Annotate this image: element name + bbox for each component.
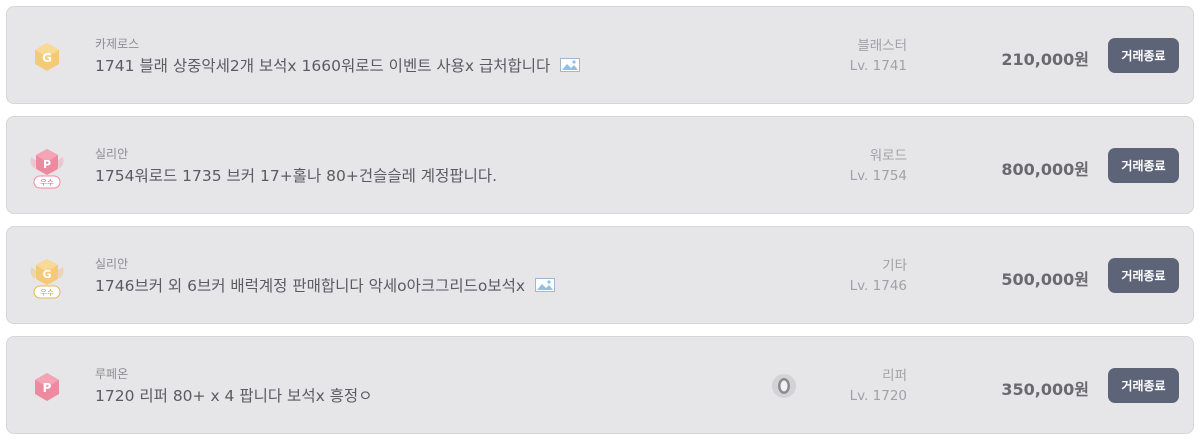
- image-attached-icon: [535, 278, 556, 292]
- trade-closed-button[interactable]: 거래종료: [1108, 38, 1179, 73]
- server-name: 카제로스: [95, 37, 140, 51]
- class-name: 리퍼: [882, 368, 907, 384]
- seller-avatar: [771, 373, 797, 399]
- server-name: 실리안: [95, 147, 129, 161]
- class-name: 블래스터: [857, 38, 907, 54]
- listing-card[interactable]: G 우수 실리안 1746브커 외 6브커 배럭계정 판매합니다 악세o아크그리…: [6, 226, 1194, 324]
- trade-closed-button[interactable]: 거래종료: [1108, 368, 1179, 403]
- svg-text:G: G: [42, 51, 52, 65]
- listing-title-text: 1754워로드 1735 브커 17+홀나 80+건슬슬레 계정팝니다.: [95, 167, 498, 185]
- listing-card[interactable]: G 카제로스 1741 블래 상중악세2개 보석x 1660워로드 이벤트 사용…: [6, 6, 1194, 104]
- listing-card[interactable]: P 루페온 1720 리퍼 80+ x 4 팝니다 보석x 흥정ㅇ 리퍼 Lv.…: [6, 336, 1194, 434]
- server-name: 루페온: [95, 367, 129, 381]
- class-name: 워로드: [869, 148, 907, 164]
- svg-text:P: P: [43, 158, 51, 171]
- character-level: Lv. 1741: [849, 58, 907, 74]
- listing-title[interactable]: 1754워로드 1735 브커 17+홀나 80+건슬슬레 계정팝니다.: [95, 164, 497, 186]
- listing-card[interactable]: P 우수 실리안 1754워로드 1735 브커 17+홀나 80+건슬슬레 계…: [6, 116, 1194, 214]
- listing-title[interactable]: 1746브커 외 6브커 배럭계정 판매합니다 악세o아크그리드o보석x: [95, 274, 556, 296]
- badge-label: 우수: [40, 288, 54, 297]
- price: 210,000원: [1001, 50, 1089, 69]
- price: 500,000원: [1001, 270, 1089, 289]
- g-badge-icon: G: [25, 33, 69, 81]
- character-level: Lv. 1746: [849, 278, 907, 294]
- svg-text:G: G: [42, 268, 51, 281]
- price: 350,000원: [1001, 380, 1089, 399]
- character-level: Lv. 1754: [849, 168, 907, 184]
- listing-title[interactable]: 1720 리퍼 80+ x 4 팝니다 보석x 흥정ㅇ: [95, 384, 372, 406]
- listing-title-text: 1746브커 외 6브커 배럭계정 판매합니다 악세o아크그리드o보석x: [95, 277, 526, 295]
- g-badge-excellent-icon: G 우수: [25, 253, 69, 301]
- listing-title[interactable]: 1741 블래 상중악세2개 보석x 1660워로드 이벤트 사용x 급처합니다: [95, 54, 581, 76]
- listing-title-text: 1720 리퍼 80+ x 4 팝니다 보석x 흥정ㅇ: [95, 387, 373, 405]
- svg-text:P: P: [43, 381, 52, 395]
- trade-closed-button[interactable]: 거래종료: [1108, 258, 1179, 293]
- character-level: Lv. 1720: [849, 388, 907, 404]
- price: 800,000원: [1001, 160, 1089, 179]
- class-name: 기타: [882, 258, 907, 274]
- p-badge-icon: P: [25, 363, 69, 411]
- trade-listing-list: G 카제로스 1741 블래 상중악세2개 보석x 1660워로드 이벤트 사용…: [0, 0, 1200, 441]
- p-badge-excellent-icon: P 우수: [25, 143, 69, 191]
- image-attached-icon: [560, 58, 581, 72]
- badge-label: 우수: [40, 178, 54, 187]
- listing-title-text: 1741 블래 상중악세2개 보석x 1660워로드 이벤트 사용x 급처합니다: [95, 57, 551, 75]
- trade-closed-button[interactable]: 거래종료: [1108, 148, 1179, 183]
- server-name: 실리안: [95, 257, 129, 271]
